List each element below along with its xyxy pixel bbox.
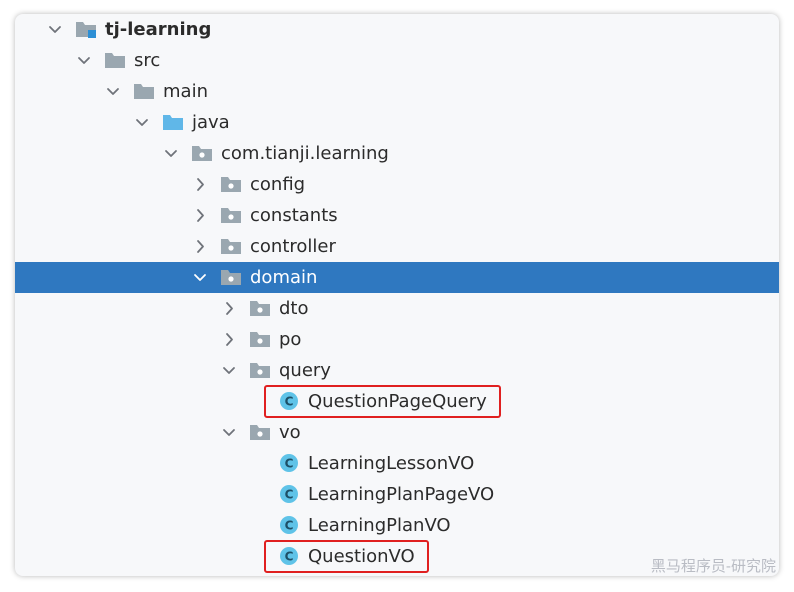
tree-folder-item[interactable]: vo — [15, 417, 779, 448]
package-icon — [249, 298, 271, 318]
folder-icon — [104, 50, 126, 70]
chevron-right-icon[interactable] — [219, 324, 239, 355]
package-icon — [220, 267, 242, 287]
tree-file-item[interactable]: C LearningPlanVO — [15, 510, 779, 541]
package-icon — [249, 422, 271, 442]
class-icon-letter: C — [285, 488, 294, 502]
chevron-right-icon[interactable] — [219, 293, 239, 324]
chevron-down-icon[interactable] — [74, 45, 94, 76]
class-icon-letter: C — [285, 519, 294, 533]
tree-folder-item[interactable]: com.tianji.learning — [15, 138, 779, 169]
chevron-down-icon[interactable] — [161, 138, 181, 169]
chevron-right-icon[interactable] — [190, 231, 210, 262]
tree-folder-item[interactable]: dto — [15, 293, 779, 324]
project-tree-panel: tj-learning src main java com.tianji.learnin… — [15, 14, 779, 576]
tree-item-label: query — [279, 360, 331, 381]
java-class-icon: C — [278, 453, 300, 473]
tree-item-label: LearningPlanPageVO — [308, 484, 495, 505]
chevron-down-icon[interactable] — [219, 355, 239, 386]
chevron-down-icon[interactable] — [45, 14, 65, 45]
highlight-box — [264, 385, 501, 418]
package-icon — [220, 174, 242, 194]
tree-item-label: main — [163, 81, 208, 102]
watermark: 黑马程序员-研究院 — [650, 557, 776, 575]
package-icon — [191, 143, 213, 163]
tree-folder-item[interactable]: query — [15, 355, 779, 386]
package-icon — [220, 236, 242, 256]
highlight-box — [264, 540, 429, 573]
class-icon-letter: C — [285, 457, 294, 471]
tree-folder-item[interactable]: java — [15, 107, 779, 138]
chevron-right-icon[interactable] — [190, 200, 210, 231]
tree-folder-item[interactable]: tj-learning — [15, 14, 779, 45]
tree-folder-item[interactable]: src — [15, 45, 779, 76]
tree-folder-item[interactable]: constants — [15, 200, 779, 231]
tree-folder-item[interactable]: domain — [15, 262, 779, 293]
tree-item-label: tj-learning — [105, 19, 212, 40]
tree-item-label: java — [192, 112, 230, 133]
chevron-down-icon[interactable] — [219, 417, 239, 448]
folder-icon — [133, 81, 155, 101]
source-root-folder-icon — [162, 112, 184, 132]
chevron-right-icon[interactable] — [190, 169, 210, 200]
java-class-icon: C — [278, 484, 300, 504]
tree-item-label: controller — [250, 236, 336, 257]
chevron-down-icon[interactable] — [132, 107, 152, 138]
tree-item-label: vo — [279, 422, 301, 443]
tree-item-label: dto — [279, 298, 309, 319]
tree-item-label: src — [134, 50, 161, 71]
tree-item-label: LearningPlanVO — [308, 515, 451, 536]
tree-item-label: domain — [250, 267, 318, 288]
tree-item-label: po — [279, 329, 302, 350]
tree-folder-item[interactable]: main — [15, 76, 779, 107]
tree-folder-item[interactable]: controller — [15, 231, 779, 262]
tree-file-item[interactable]: C LearningLessonVO — [15, 448, 779, 479]
tree-folder-item[interactable]: po — [15, 324, 779, 355]
java-class-icon: C — [278, 515, 300, 535]
package-icon — [249, 360, 271, 380]
package-icon — [220, 205, 242, 225]
package-icon — [249, 329, 271, 349]
chevron-down-icon[interactable] — [190, 262, 210, 293]
tree-item-label: constants — [250, 205, 338, 226]
chevron-down-icon[interactable] — [103, 76, 123, 107]
tree-file-item[interactable]: C LearningPlanPageVO — [15, 479, 779, 510]
module-folder-icon — [75, 19, 97, 39]
tree-folder-item[interactable]: config — [15, 169, 779, 200]
tree-item-label: com.tianji.learning — [221, 143, 389, 164]
tree-item-label: LearningLessonVO — [308, 453, 475, 474]
tree-item-label: config — [250, 174, 306, 195]
